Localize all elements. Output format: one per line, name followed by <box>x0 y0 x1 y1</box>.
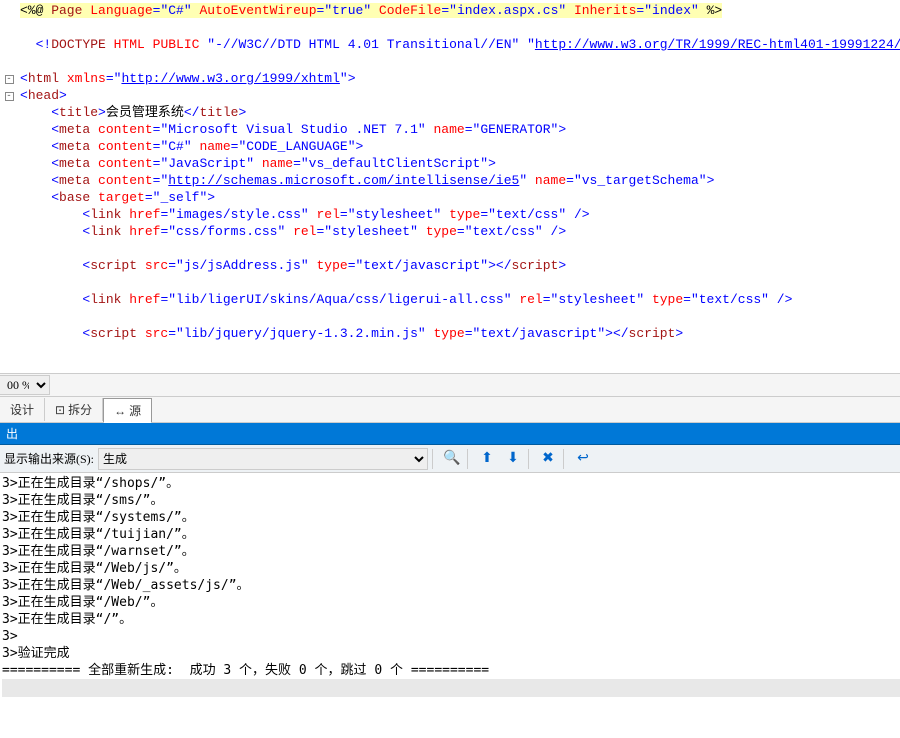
code-line[interactable]: <%@ Page Language="C#" AutoEventWireup="… <box>0 2 900 19</box>
output-toolbar: 显示输出来源(S): 生成 🔍 ⬆ ⬇ ✖ ↩ <box>0 445 900 473</box>
output-line: 3>正在生成目录“/shops/”。 <box>2 475 900 492</box>
fold-icon[interactable]: - <box>5 92 14 101</box>
code-line[interactable]: <title>会员管理系统</title> <box>0 104 900 121</box>
output-line: 3>正在生成目录“/”。 <box>2 611 900 628</box>
code-line[interactable]: <meta content="http://schemas.microsoft.… <box>0 172 900 189</box>
output-line: 3>正在生成目录“/Web/js/”。 <box>2 560 900 577</box>
tab-source[interactable]: ↔ 源 <box>103 398 152 423</box>
fold-icon[interactable]: - <box>5 75 14 84</box>
code-line[interactable]: <meta content="C#" name="CODE_LANGUAGE"> <box>0 138 900 155</box>
tab-design[interactable]: 设计 <box>0 398 45 421</box>
code-line[interactable]: <link href="lib/ligerUI/skins/Aqua/css/l… <box>0 291 900 308</box>
output-pane[interactable]: 3>正在生成目录“/shops/”。 3>正在生成目录“/sms/”。 3>正在… <box>0 473 900 738</box>
output-line: 3>验证完成 <box>2 645 900 662</box>
output-line: 3>正在生成目录“/tuijian/”。 <box>2 526 900 543</box>
tab-split[interactable]: ⊡ 拆分 <box>45 398 103 421</box>
output-source-select[interactable]: 生成 <box>98 448 428 470</box>
output-line: ========== 全部重新生成: 成功 3 个，失败 0 个，跳过 0 个 … <box>2 662 900 679</box>
view-tabs: 设计 ⊡ 拆分 ↔ 源 <box>0 397 900 423</box>
output-panel-header[interactable]: 出 <box>0 423 900 445</box>
code-line[interactable]: <meta content="JavaScript" name="vs_defa… <box>0 155 900 172</box>
output-line: 3>正在生成目录“/systems/”。 <box>2 509 900 526</box>
code-line[interactable]: -<head> <box>0 87 900 104</box>
code-line[interactable]: <link href="css/forms.css" rel="styleshe… <box>0 223 900 240</box>
code-line[interactable]: <base target="_self"> <box>0 189 900 206</box>
find-message-icon[interactable]: 🔍 <box>441 448 463 470</box>
code-line[interactable]: <meta content="Microsoft Visual Studio .… <box>0 121 900 138</box>
code-editor[interactable]: <%@ Page Language="C#" AutoEventWireup="… <box>0 0 900 373</box>
output-line: 3> <box>2 628 900 645</box>
code-line[interactable]: -<html xmlns="http://www.w3.org/1999/xht… <box>0 70 900 87</box>
code-line[interactable]: <!DOCTYPE HTML PUBLIC "-//W3C//DTD HTML … <box>0 36 900 53</box>
code-line[interactable]: <script src="js/jsAddress.js" type="text… <box>0 257 900 274</box>
next-message-icon[interactable]: ⬇ <box>502 448 524 470</box>
output-empty-strip <box>2 679 900 697</box>
prev-message-icon[interactable]: ⬆ <box>476 448 498 470</box>
code-line[interactable]: <script src="lib/jquery/jquery-1.3.2.min… <box>0 325 900 342</box>
output-line: 3>正在生成目录“/Web/_assets/js/”。 <box>2 577 900 594</box>
output-line: 3>正在生成目录“/sms/”。 <box>2 492 900 509</box>
code-line[interactable]: <link href="images/style.css" rel="style… <box>0 206 900 223</box>
zoom-bar: 00 % <box>0 373 900 397</box>
output-line: 3>正在生成目录“/warnset/”。 <box>2 543 900 560</box>
clear-all-icon[interactable]: ✖ <box>537 448 559 470</box>
zoom-select[interactable]: 00 % <box>0 375 50 395</box>
toggle-wrap-icon[interactable]: ↩ <box>572 448 594 470</box>
output-source-label: 显示输出来源(S): <box>4 450 94 467</box>
output-line: 3>正在生成目录“/Web/”。 <box>2 594 900 611</box>
